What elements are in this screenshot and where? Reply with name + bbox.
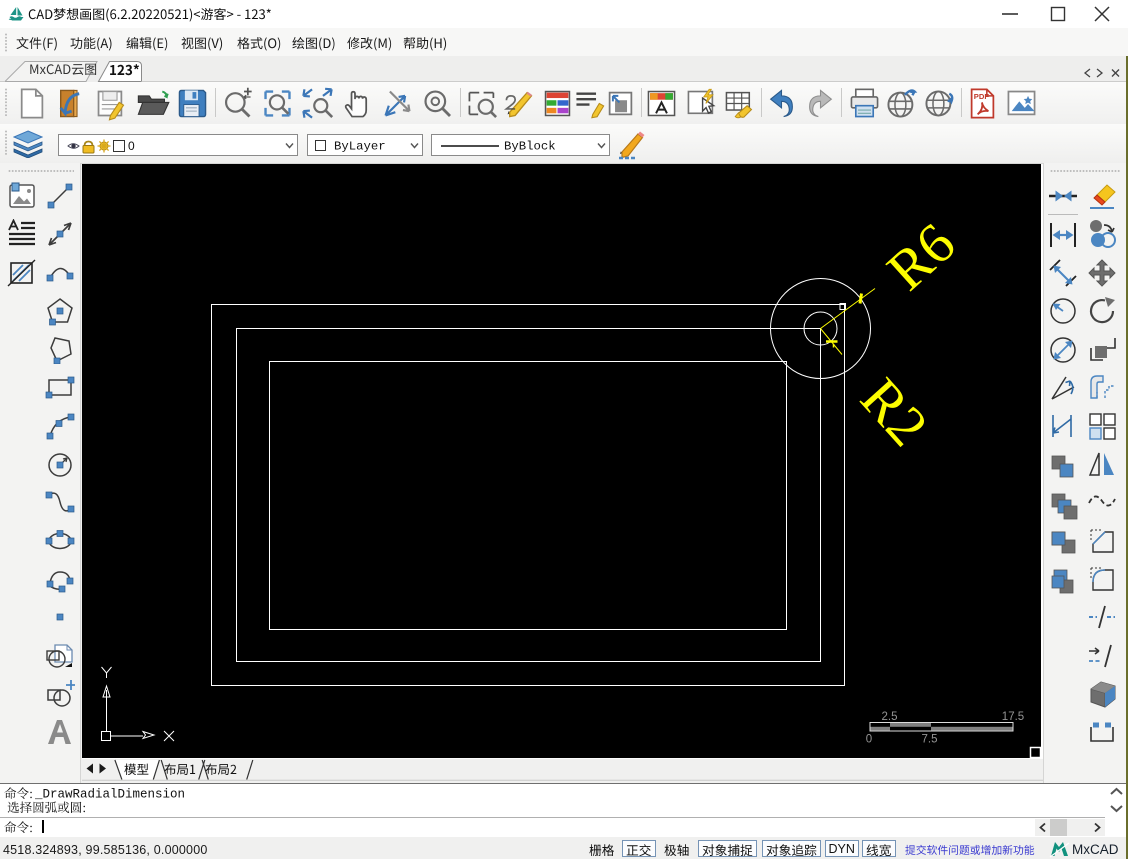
svg-text:ByLayer: ByLayer <box>334 140 386 154</box>
svg-text:17.5: 17.5 <box>1002 711 1024 723</box>
svg-text:2.5: 2.5 <box>882 711 898 723</box>
svg-text:ByBlock: ByBlock <box>504 140 556 154</box>
svg-text:PDF: PDF <box>973 92 989 101</box>
svg-text:_DrawRadialDimension: _DrawRadialDimension <box>35 788 185 802</box>
svg-text:7.5: 7.5 <box>922 734 938 746</box>
svg-text:0: 0 <box>866 734 872 746</box>
